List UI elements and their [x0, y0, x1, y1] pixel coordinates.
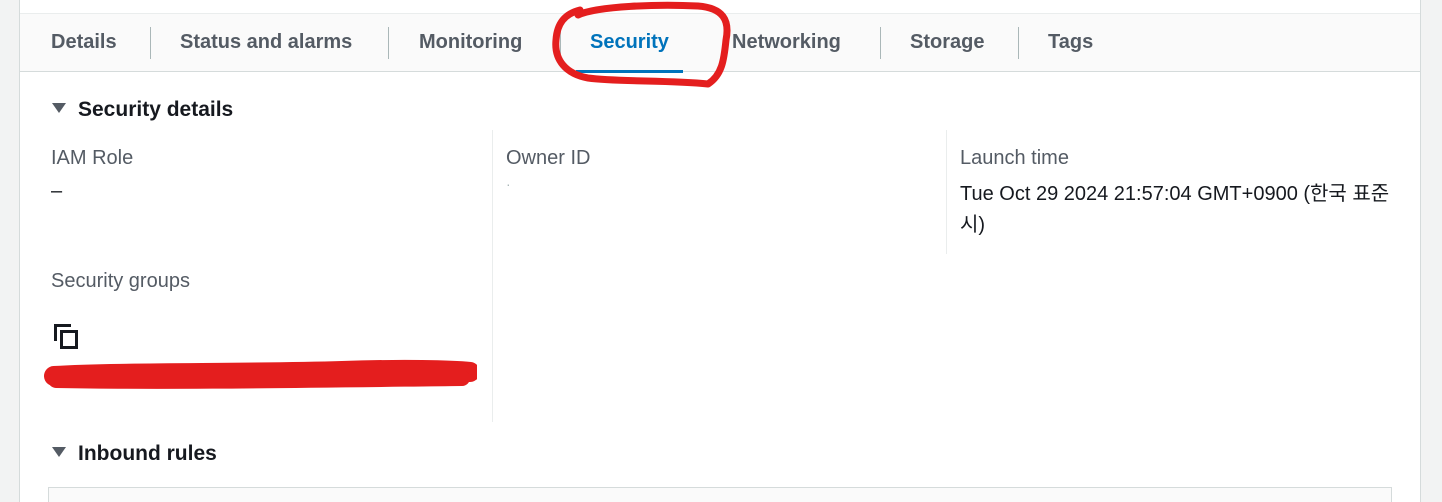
tab-divider [150, 27, 151, 59]
inbound-rules-header[interactable]: Inbound rules [52, 442, 217, 466]
column-divider [492, 130, 493, 422]
tab-storage[interactable]: Storage [910, 14, 984, 72]
instance-details-panel: Details Status and alarms Monitoring Sec… [19, 0, 1421, 502]
tab-divider [560, 27, 561, 59]
tab-divider [1018, 27, 1019, 59]
caret-down-icon [52, 103, 66, 114]
tab-divider [388, 27, 389, 59]
tab-bar: Details Status and alarms Monitoring Sec… [20, 14, 1420, 73]
inbound-rules-container [48, 487, 1392, 502]
iam-role-label: IAM Role [51, 147, 134, 169]
security-details-title: Security details [78, 98, 234, 121]
tab-details[interactable]: Details [51, 14, 117, 72]
owner-id-label: Owner ID [506, 147, 591, 169]
launch-time-label: Launch time [960, 147, 1069, 169]
caret-down-icon [52, 447, 66, 458]
security-groups-label: Security groups [51, 270, 190, 292]
tab-divider [880, 27, 881, 59]
iam-role-value: – [51, 180, 63, 202]
tab-tags[interactable]: Tags [1048, 14, 1093, 72]
tab-status-and-alarms[interactable]: Status and alarms [180, 14, 352, 72]
security-details-header[interactable]: Security details [52, 98, 233, 122]
launch-time-value: Tue Oct 29 2024 21:57:04 GMT+0900 (한국 표준… [960, 183, 1390, 236]
owner-id-value: · [506, 176, 511, 192]
redaction-mark [44, 359, 477, 389]
tab-networking[interactable]: Networking [732, 14, 841, 72]
inbound-rules-title: Inbound rules [78, 442, 217, 465]
tab-security[interactable]: Security [576, 14, 683, 73]
top-strip [20, 0, 1420, 14]
column-divider [946, 130, 947, 254]
tab-monitoring[interactable]: Monitoring [419, 14, 522, 72]
copy-icon[interactable] [54, 324, 80, 350]
